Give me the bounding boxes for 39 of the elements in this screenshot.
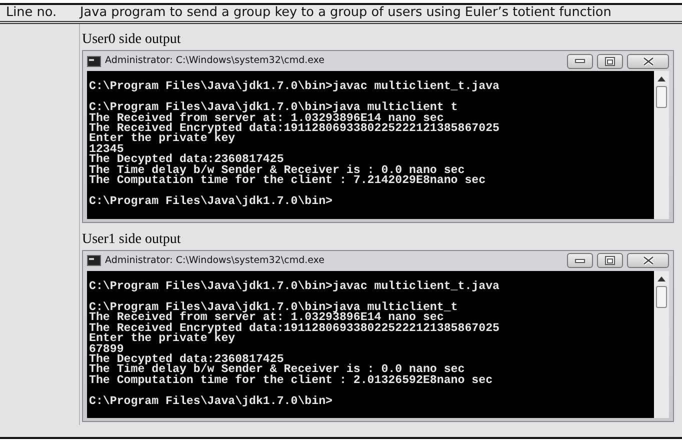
column-header: Java program to send a group key to a group of users using Euler’s totient function <box>80 4 612 22</box>
scrollbar[interactable] <box>654 270 669 418</box>
caption: User1 side output <box>82 232 181 248</box>
console-line: The Decypted data:2360817425 <box>89 155 284 166</box>
console-line: Enter the private key <box>89 334 236 345</box>
close-button[interactable] <box>627 54 669 68</box>
scroll-thumb[interactable] <box>656 86 667 108</box>
minimize-icon <box>575 258 585 263</box>
close-button[interactable] <box>627 253 669 268</box>
console-line: The Received from server at: 1.03293896E14 nano sec <box>89 313 444 324</box>
console-line: The Computation time for the client : 2.01326592E8nano sec <box>89 376 494 386</box>
console-line: C:\Program Files\Java\jdk1.7.0\bin>java multiclient_t <box>89 302 459 314</box>
console-line: Enter the private key <box>89 134 236 145</box>
close-icon <box>642 256 654 266</box>
scrollbar[interactable] <box>654 71 669 219</box>
console-line: C:\Program Files\Java\jdk1.7.0\bin>javac multiclient_t.java <box>89 282 500 292</box>
close-icon <box>642 56 654 66</box>
scroll-up-arrow-icon <box>657 276 666 282</box>
console-line: 67899 <box>89 344 124 355</box>
scroll-up-arrow-icon <box>657 76 666 82</box>
maximize-button[interactable] <box>597 54 623 68</box>
console-line: The Computation time for the client : 7.2142029E8nano sec <box>89 176 487 186</box>
maximize-icon <box>605 56 615 66</box>
console-icon <box>87 56 101 66</box>
column-header: Line no. <box>5 4 58 22</box>
console-line: C:\Program Files\Java\jdk1.7.0\bin> <box>89 196 334 208</box>
minimize-icon <box>575 59 585 63</box>
window-title: Administrator: C:\Windows\system32\cmd.exe <box>105 54 324 68</box>
window-title: Administrator: C:\Windows\system32\cmd.exe <box>105 254 324 268</box>
minimize-button[interactable] <box>567 54 593 68</box>
console-line: C:\Program Files\Java\jdk1.7.0\bin>javac multiclient_t.java <box>89 82 500 93</box>
maximize-button[interactable] <box>597 253 623 268</box>
scroll-thumb[interactable] <box>656 286 667 308</box>
console-icon <box>87 255 101 266</box>
maximize-icon <box>605 256 615 266</box>
console-line: C:\Program Files\Java\jdk1.7.0\bin> <box>89 396 334 407</box>
caption: User0 side output <box>82 32 181 48</box>
console-line: C:\Program Files\Java\jdk1.7.0\bin>java multiclient t <box>89 103 459 114</box>
minimize-button[interactable] <box>567 253 593 268</box>
